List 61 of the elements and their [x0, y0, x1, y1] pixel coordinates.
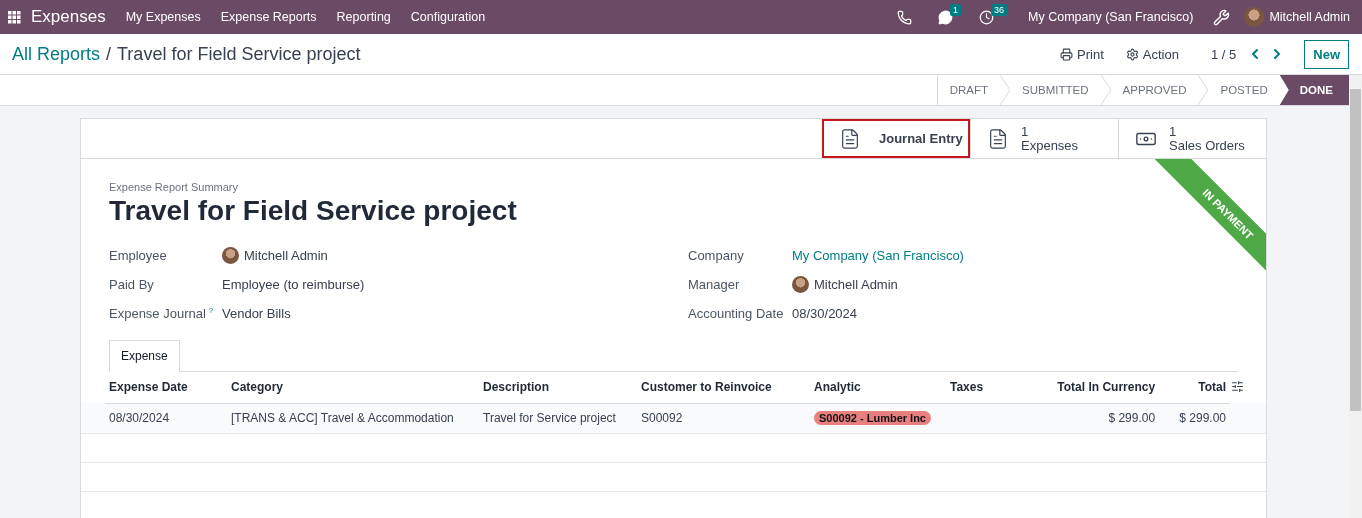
avatar [792, 276, 809, 293]
field-label: Manager [688, 277, 740, 292]
gear-icon [1125, 47, 1139, 61]
new-button[interactable]: New [1304, 39, 1349, 69]
field-label: Expense Journal [109, 306, 206, 322]
user-avatar[interactable] [1244, 7, 1265, 27]
wrench-icon[interactable] [1213, 8, 1231, 26]
analytic-tag: S00092 - Lumber Inc [814, 411, 931, 425]
field-label: Employee [109, 248, 167, 263]
column-header[interactable]: Analytic [810, 372, 946, 403]
activity-count: 36 [991, 3, 1008, 16]
menu-item[interactable]: My Expenses [125, 10, 201, 24]
column-header[interactable]: Customer to Reinvoice [637, 372, 810, 403]
field-link[interactable]: My Company (San Francisco) [792, 248, 964, 263]
column-header[interactable]: Expense Date [105, 372, 227, 403]
field-label: Paid By [109, 277, 154, 292]
tab[interactable]: Expense [109, 340, 180, 372]
action-button[interactable]: Action [1119, 45, 1185, 63]
status-stage[interactable]: DONE [1279, 75, 1349, 105]
field-value: Vendor Bills [222, 306, 291, 321]
column-header[interactable]: Total [1159, 372, 1230, 403]
menu-item[interactable]: Expense Reports [220, 10, 317, 24]
message-count: 1 [950, 3, 962, 16]
table-cell: $ 299.00 [1022, 403, 1160, 433]
field-label: Company [688, 248, 744, 263]
table-cell: S00092 [637, 403, 810, 433]
menu-item[interactable]: Configuration [410, 10, 486, 24]
clock-icon[interactable] [979, 9, 995, 25]
table-cell: [TRANS & ACC] Travel & Accommodation [227, 403, 479, 433]
column-header[interactable]: Description [479, 372, 637, 403]
app-name[interactable]: Expenses [31, 7, 106, 27]
apps-icon[interactable] [8, 10, 21, 24]
document-icon [839, 127, 861, 150]
field-value: Employee (to reimburse) [222, 277, 365, 292]
field-value: 08/30/2024 [792, 306, 858, 321]
company-switcher[interactable]: My Company (San Francisco) [1028, 10, 1194, 24]
breadcrumb-separator: / [106, 43, 112, 65]
document-icon [987, 127, 1009, 150]
table-cell: Travel for Service project [479, 403, 637, 433]
smart-button[interactable]: Journal Entry [822, 119, 970, 158]
column-header[interactable]: Taxes [946, 372, 1022, 403]
chat-icon[interactable] [938, 9, 954, 25]
breadcrumb-link[interactable]: All Reports [12, 43, 101, 65]
printer-icon [1060, 47, 1074, 61]
table-cell: 08/30/2024 [105, 403, 227, 433]
avatar [222, 247, 239, 264]
phone-icon[interactable] [897, 9, 913, 25]
record-title: Travel for Field Service project [117, 43, 361, 65]
help-mark[interactable]: ? [208, 305, 214, 315]
menu-item[interactable]: Reporting [336, 10, 391, 24]
field-label: Accounting Date [688, 306, 784, 321]
field-value: Mitchell Admin [244, 248, 328, 263]
user-name[interactable]: Mitchell Admin [1269, 10, 1350, 24]
scrollbar[interactable] [1349, 75, 1362, 518]
column-header[interactable]: Total In Currency [1022, 372, 1160, 403]
pager: 1 / 5 [1210, 46, 1237, 62]
print-button[interactable]: Print [1054, 45, 1110, 63]
field-value: Mitchell Admin [814, 277, 898, 292]
column-header[interactable]: Category [227, 372, 479, 403]
table-cell: $ 299.00 [1159, 403, 1230, 433]
column-settings-icon[interactable] [1231, 379, 1244, 393]
